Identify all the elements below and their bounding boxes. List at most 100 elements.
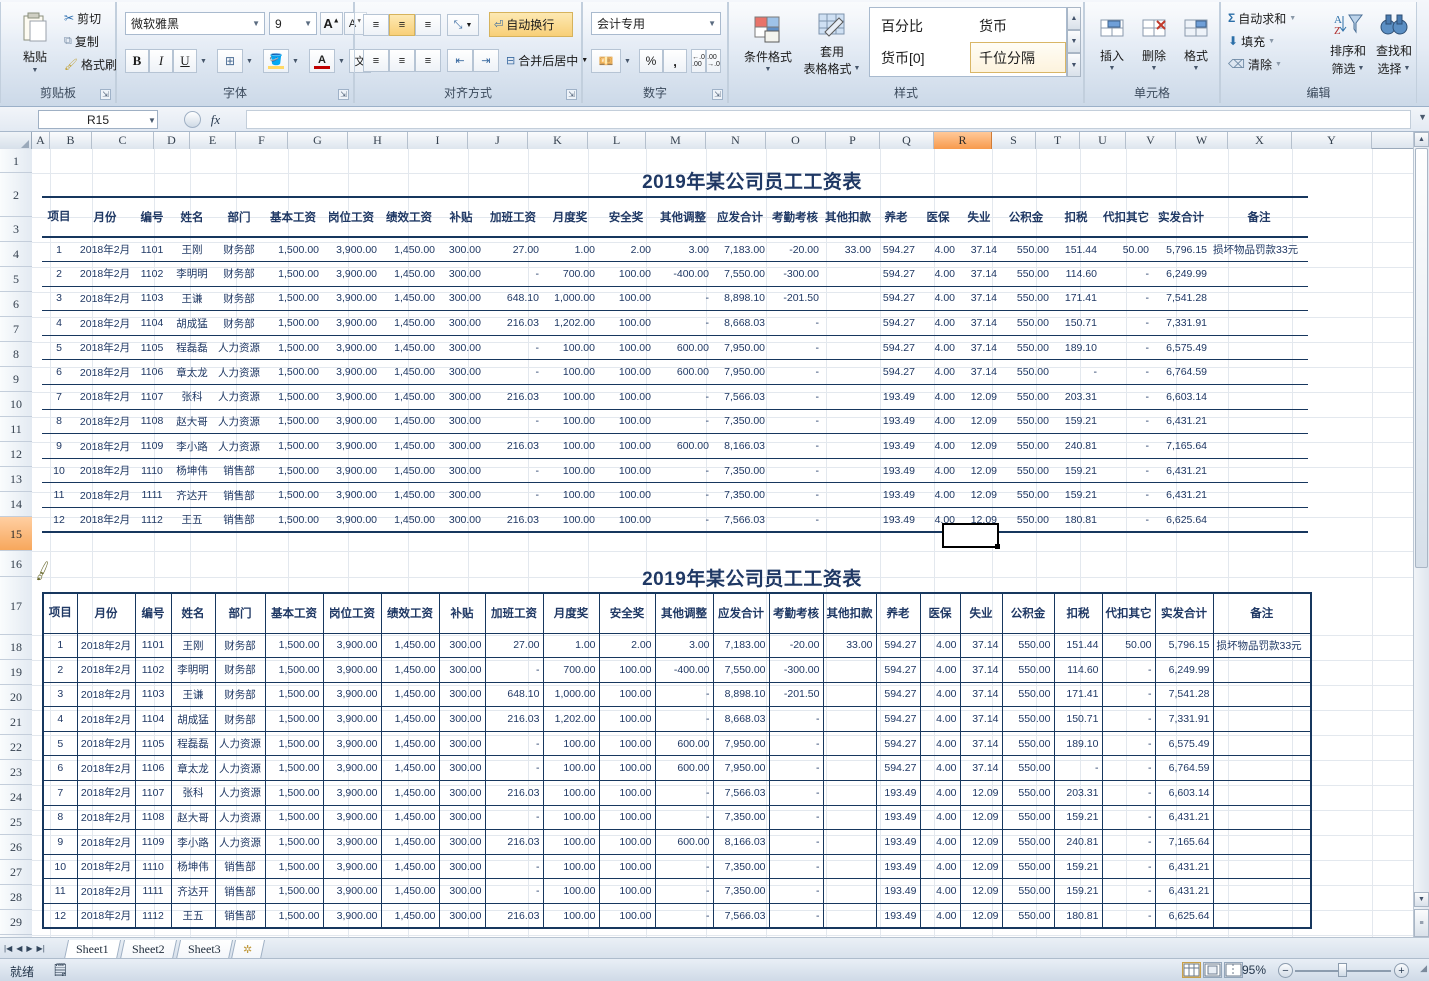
table-cell[interactable]: - [768, 409, 822, 435]
table-cell[interactable]: 3,900.00 [322, 384, 380, 410]
table-cell[interactable]: 财务部 [214, 310, 264, 336]
table-cell[interactable]: 1,000.00 [542, 681, 600, 708]
table-row[interactable]: 5 2018年2月 1105 程磊磊 人力资源 1,500.00 3,900.00 1,450… [42, 335, 1308, 361]
table-cell[interactable]: 1,450.00 [380, 657, 440, 683]
table-cell[interactable] [822, 359, 874, 386]
table-cell[interactable]: 193.49 [875, 903, 921, 929]
table-cell[interactable]: 216.03 [484, 507, 542, 534]
column-header-H[interactable]: H [348, 132, 408, 149]
row-header-21[interactable]: 21 [0, 710, 32, 735]
table-cell[interactable]: 李小路 [170, 829, 216, 855]
table-cell[interactable]: 2018年2月 [76, 359, 134, 386]
table-cell[interactable] [822, 409, 874, 435]
table-cell[interactable]: - [654, 482, 712, 509]
table-cell[interactable]: 1,450.00 [380, 384, 438, 410]
table-cell[interactable]: 1111 [134, 482, 170, 509]
table-cell[interactable]: 100.00 [598, 878, 656, 905]
table-cell[interactable]: 37.14 [958, 359, 1000, 386]
table-cell[interactable]: 100.00 [598, 286, 654, 312]
table-cell[interactable]: 100.00 [542, 482, 598, 509]
table-cell[interactable]: 100.00 [598, 384, 654, 410]
sheet-tab-sheet1[interactable]: Sheet1 [63, 940, 121, 959]
column-header-U[interactable]: U [1080, 132, 1126, 149]
table-cell[interactable]: 1,202.00 [542, 706, 600, 732]
table-cell[interactable]: 12.09 [959, 878, 1003, 905]
table-cell[interactable]: 2018年2月 [76, 730, 136, 757]
table-cell[interactable]: 8,898.10 [712, 286, 768, 312]
accounting-format-button[interactable]: 💴 [591, 49, 621, 73]
vertical-scrollbar[interactable]: ▲ ▼ ≡ [1413, 132, 1429, 937]
table-cell[interactable]: 销售部 [214, 458, 264, 484]
table-cell[interactable]: 37.14 [958, 261, 1000, 287]
table-cell[interactable]: 胡成猛 [170, 310, 214, 336]
table-cell[interactable]: - [768, 507, 822, 534]
table-cell[interactable]: 37.14 [958, 237, 1000, 263]
table-cell[interactable]: 2018年2月 [76, 482, 134, 509]
table-cell[interactable]: 550.00 [1000, 286, 1052, 312]
insert-cells-button[interactable]: 插入 ▼ [1091, 6, 1133, 82]
table-cell[interactable]: 216.03 [484, 903, 544, 929]
increase-decimal-button[interactable]: ←.0.00 [691, 49, 706, 73]
table-cell[interactable] [1212, 706, 1312, 732]
table-cell[interactable]: 3,900.00 [322, 730, 382, 757]
table-cell[interactable]: 人力资源 [214, 730, 266, 757]
table-cell[interactable]: 300.00 [438, 310, 484, 336]
table-cell[interactable] [822, 310, 874, 336]
table-cell[interactable]: 300.00 [438, 409, 484, 435]
table-cell[interactable]: 100.00 [542, 755, 600, 782]
table-row[interactable]: 4 2018年2月 1104 胡成猛 财务部 1,500.00 3,900.00 1,450.… [42, 706, 1312, 732]
table-cell[interactable]: 4.00 [919, 730, 961, 757]
last-sheet-icon[interactable]: ▶| [37, 944, 45, 953]
table-cell[interactable]: 4.00 [918, 482, 958, 509]
table-cell[interactable] [1212, 829, 1312, 855]
table-cell[interactable]: 550.00 [1000, 335, 1052, 361]
table-row[interactable]: 7 2018年2月 1107 张科 人力资源 1,500.00 3,900.00 1,450.… [42, 780, 1312, 806]
format-chevron-icon[interactable]: ▼ [1193, 65, 1200, 72]
table-cell[interactable]: 193.49 [875, 878, 921, 905]
table-cell[interactable]: 6,764.59 [1152, 359, 1210, 386]
table-cell[interactable]: -201.50 [768, 286, 822, 312]
table-cell[interactable] [1212, 730, 1312, 757]
table-cell[interactable]: 6,431.21 [1154, 804, 1214, 831]
table-cell[interactable]: 193.49 [875, 853, 921, 880]
table-cell[interactable]: - [1101, 706, 1156, 732]
table-cell[interactable]: 550.00 [1000, 237, 1052, 263]
row-header-17[interactable]: 17 [0, 577, 32, 635]
table-cell[interactable]: 300.00 [438, 458, 484, 484]
table-cell[interactable]: 550.00 [1001, 780, 1055, 806]
grow-font-button[interactable]: A▲ [320, 12, 343, 35]
table-cell[interactable]: - [768, 384, 822, 410]
column-header-K[interactable]: K [528, 132, 588, 149]
table-cell[interactable]: 7,950.00 [712, 335, 768, 361]
table-cell[interactable]: 损坏物品罚款33元 [1212, 632, 1312, 659]
font-dialog-launcher[interactable]: ⇲ [338, 89, 349, 100]
table-cell[interactable]: 550.00 [1000, 482, 1052, 509]
table-cell[interactable]: 100.00 [598, 829, 656, 855]
table-cell[interactable] [822, 335, 874, 361]
table-cell[interactable]: - [1101, 780, 1156, 806]
table-cell[interactable]: 1,450.00 [380, 681, 440, 708]
row-header-10[interactable]: 10 [0, 392, 32, 417]
table-cell[interactable]: - [768, 433, 822, 459]
cut-button[interactable]: ✂ 剪切 [61, 7, 117, 29]
font-name-chevron-icon[interactable]: ▼ [252, 19, 260, 28]
table-cell[interactable]: 594.27 [875, 755, 921, 782]
table-cell[interactable]: 594.27 [874, 286, 918, 312]
table-cell[interactable]: 人力资源 [214, 780, 266, 806]
table-cell[interactable]: - [1101, 755, 1156, 782]
paste-chevron-icon[interactable]: ▼ [32, 67, 39, 74]
column-header-O[interactable]: O [766, 132, 826, 149]
find-select-chevron-icon[interactable]: ▼ [1404, 65, 1411, 72]
row-header-8[interactable]: 8 [0, 342, 32, 367]
table-cell[interactable]: 4.00 [919, 681, 961, 708]
table-cell[interactable]: 1,500.00 [264, 261, 322, 287]
table-cell[interactable]: 2018年2月 [76, 507, 134, 534]
number-format-combo[interactable]: 会计专用 ▼ [591, 12, 721, 35]
column-header-X[interactable]: X [1228, 132, 1292, 149]
table-cell[interactable]: 648.10 [484, 681, 544, 708]
table-cell[interactable]: 1,450.00 [380, 310, 438, 336]
table-cell[interactable]: 7,350.00 [712, 853, 770, 880]
table-cell[interactable]: - [484, 657, 544, 683]
table-cell[interactable]: - [1101, 681, 1156, 708]
table-cell[interactable]: -400.00 [654, 657, 714, 683]
